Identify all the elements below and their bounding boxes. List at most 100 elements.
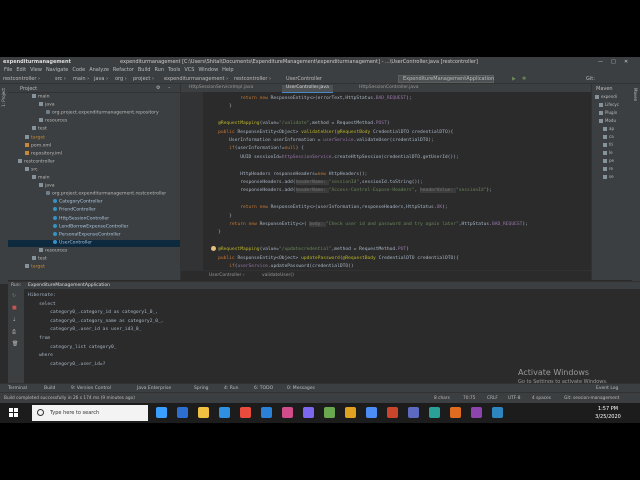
bottom-tool-tab[interactable]: 0: Messages	[287, 386, 315, 391]
clock[interactable]: 1:57 PM 3/25/2020	[584, 406, 632, 420]
event-log-tab[interactable]: Event Log	[596, 386, 618, 391]
maven-item[interactable]: expendi	[595, 94, 617, 101]
stop-icon[interactable]: ■	[12, 305, 17, 311]
menu-item-run[interactable]: Run	[154, 67, 164, 73]
menu-item-build[interactable]: Build	[138, 67, 151, 73]
taskbar-app-icon[interactable]	[156, 407, 167, 418]
tree-item[interactable]: target	[8, 264, 180, 271]
maven-item[interactable]: Lifecyc	[599, 102, 619, 109]
status-item[interactable]: UTF-8	[508, 396, 521, 401]
nav-crumb[interactable]: src ›	[55, 76, 66, 82]
tree-item[interactable]: src	[8, 166, 180, 174]
maven-item[interactable]: le	[603, 150, 613, 157]
taskbar-app-icon[interactable]	[219, 407, 230, 418]
maven-item[interactable]: fri	[603, 142, 613, 149]
debug-icon[interactable]: ✱	[522, 76, 526, 82]
nav-crumb[interactable]: main ›	[73, 76, 89, 82]
project-tool-tab[interactable]: 1: Project	[1, 88, 6, 107]
taskbar-app-icon[interactable]	[177, 407, 188, 418]
taskbar-app-icon[interactable]	[324, 407, 335, 418]
bottom-tool-tab[interactable]: Spring	[194, 386, 209, 391]
status-item[interactable]: 70:75	[463, 396, 475, 401]
status-item[interactable]: Git: session-management	[564, 396, 619, 401]
taskbar-app-icon[interactable]	[429, 407, 440, 418]
maven-item[interactable]: Modu	[599, 118, 616, 125]
tree-item[interactable]: PersonalExpenseController	[8, 231, 180, 239]
lightbulb-icon[interactable]	[211, 246, 216, 251]
rerun-icon[interactable]: ↻	[12, 293, 16, 299]
tree-item[interactable]: org.project.expenditurmanagement.reposit…	[8, 110, 180, 117]
menu-item-vcs[interactable]: VCS	[184, 67, 194, 73]
nav-crumb[interactable]: java ›	[94, 76, 108, 82]
tree-item[interactable]: LendBorrowExpenseController	[8, 223, 180, 231]
nav-crumb[interactable]: restcontroller ›	[3, 76, 40, 82]
maven-item[interactable]: Plugin	[599, 110, 617, 117]
editor-tab[interactable]: HttpSessionController.java	[355, 85, 423, 92]
status-item[interactable]: 4 spaces	[532, 396, 551, 401]
maven-item[interactable]: pe	[603, 158, 614, 165]
tree-item[interactable]: CategoryController	[8, 199, 180, 206]
tree-item[interactable]: test	[8, 256, 180, 263]
maven-item[interactable]: se	[603, 174, 614, 181]
tree-item[interactable]: target	[8, 134, 180, 142]
trash-icon[interactable]: 🗑	[12, 341, 18, 347]
minimize-panel-icon[interactable]: –	[168, 85, 171, 91]
tree-item[interactable]: test	[8, 126, 180, 133]
tree-item[interactable]: java	[8, 183, 180, 190]
nav-crumb[interactable]: org ›	[115, 76, 127, 82]
tree-item[interactable]: java	[8, 102, 180, 109]
taskbar-app-icon[interactable]	[261, 407, 272, 418]
taskbar-app-icon[interactable]	[198, 407, 209, 418]
taskbar-app-icon[interactable]	[408, 407, 419, 418]
nav-crumb[interactable]: project ›	[133, 76, 154, 82]
nav-crumb[interactable]: restcontroller ›	[234, 76, 271, 82]
status-item[interactable]: 8 chars	[434, 396, 450, 401]
menu-item-code[interactable]: Code	[72, 67, 85, 73]
editor-crumb[interactable]: UserController ›	[209, 273, 245, 278]
maven-item[interactable]: re	[603, 166, 613, 173]
nav-crumb[interactable]: expenditurmanagement ›	[164, 76, 228, 82]
tree-item[interactable]: resources	[8, 118, 180, 125]
tree-item[interactable]: HttpSessionController	[8, 215, 180, 223]
maximize-button[interactable]: □	[611, 59, 616, 65]
taskbar-app-icon[interactable]	[471, 407, 482, 418]
bottom-tool-tab[interactable]: Java Enterprise	[137, 386, 171, 391]
editor-tab[interactable]: HttpSessionServiceImpl.java	[185, 85, 257, 92]
menu-item-refactor[interactable]: Refactor	[113, 67, 134, 73]
taskbar-app-icon[interactable]	[366, 407, 377, 418]
maven-tool-tab[interactable]: Maven	[633, 88, 638, 101]
scroll-end-icon[interactable]: ⇣	[12, 317, 16, 323]
nav-crumb[interactable]: UserController	[286, 76, 322, 82]
menu-item-navigate[interactable]: Navigate	[46, 67, 68, 73]
tree-item[interactable]: repository.iml	[8, 150, 180, 158]
bottom-tool-tab[interactable]: 9: Version Control	[71, 386, 111, 391]
maven-item[interactable]: ap	[603, 126, 614, 133]
tree-item[interactable]: restcontroller	[8, 158, 180, 166]
print-icon[interactable]: ⎙	[12, 329, 16, 335]
code-area[interactable]: return new ResponseEntity<>(errorText,Ht…	[207, 92, 587, 270]
tree-item[interactable]: main	[8, 175, 180, 182]
tree-item[interactable]: UserController	[8, 239, 180, 247]
run-icon[interactable]: ▶	[512, 76, 516, 82]
editor-crumb[interactable]: validateUser()	[262, 273, 294, 278]
menu-item-analyze[interactable]: Analyze	[89, 67, 109, 73]
menu-item-file[interactable]: File	[4, 67, 12, 73]
close-button[interactable]: ✕	[624, 59, 628, 65]
bottom-tool-tab[interactable]: Build	[44, 386, 55, 391]
menu-item-window[interactable]: Window	[198, 67, 218, 73]
menu-item-tools[interactable]: Tools	[168, 67, 180, 73]
maven-item[interactable]: ca	[603, 134, 614, 141]
taskbar-app-icon[interactable]	[450, 407, 461, 418]
menu-item-help[interactable]: Help	[222, 67, 233, 73]
menu-item-view[interactable]: View	[30, 67, 42, 73]
bottom-tool-tab[interactable]: 6: TODO	[254, 386, 273, 391]
taskbar-app-icon[interactable]	[240, 407, 251, 418]
tree-item[interactable]: pom.xml	[8, 142, 180, 150]
taskbar-app-icon[interactable]	[282, 407, 293, 418]
status-item[interactable]: CRLF	[487, 396, 498, 401]
taskbar-app-icon[interactable]	[492, 407, 503, 418]
bottom-tool-tab[interactable]: 4: Run	[224, 386, 238, 391]
taskbar-app-icon[interactable]	[345, 407, 356, 418]
tree-item[interactable]: resources	[8, 247, 180, 255]
tree-item[interactable]: main	[8, 94, 180, 101]
